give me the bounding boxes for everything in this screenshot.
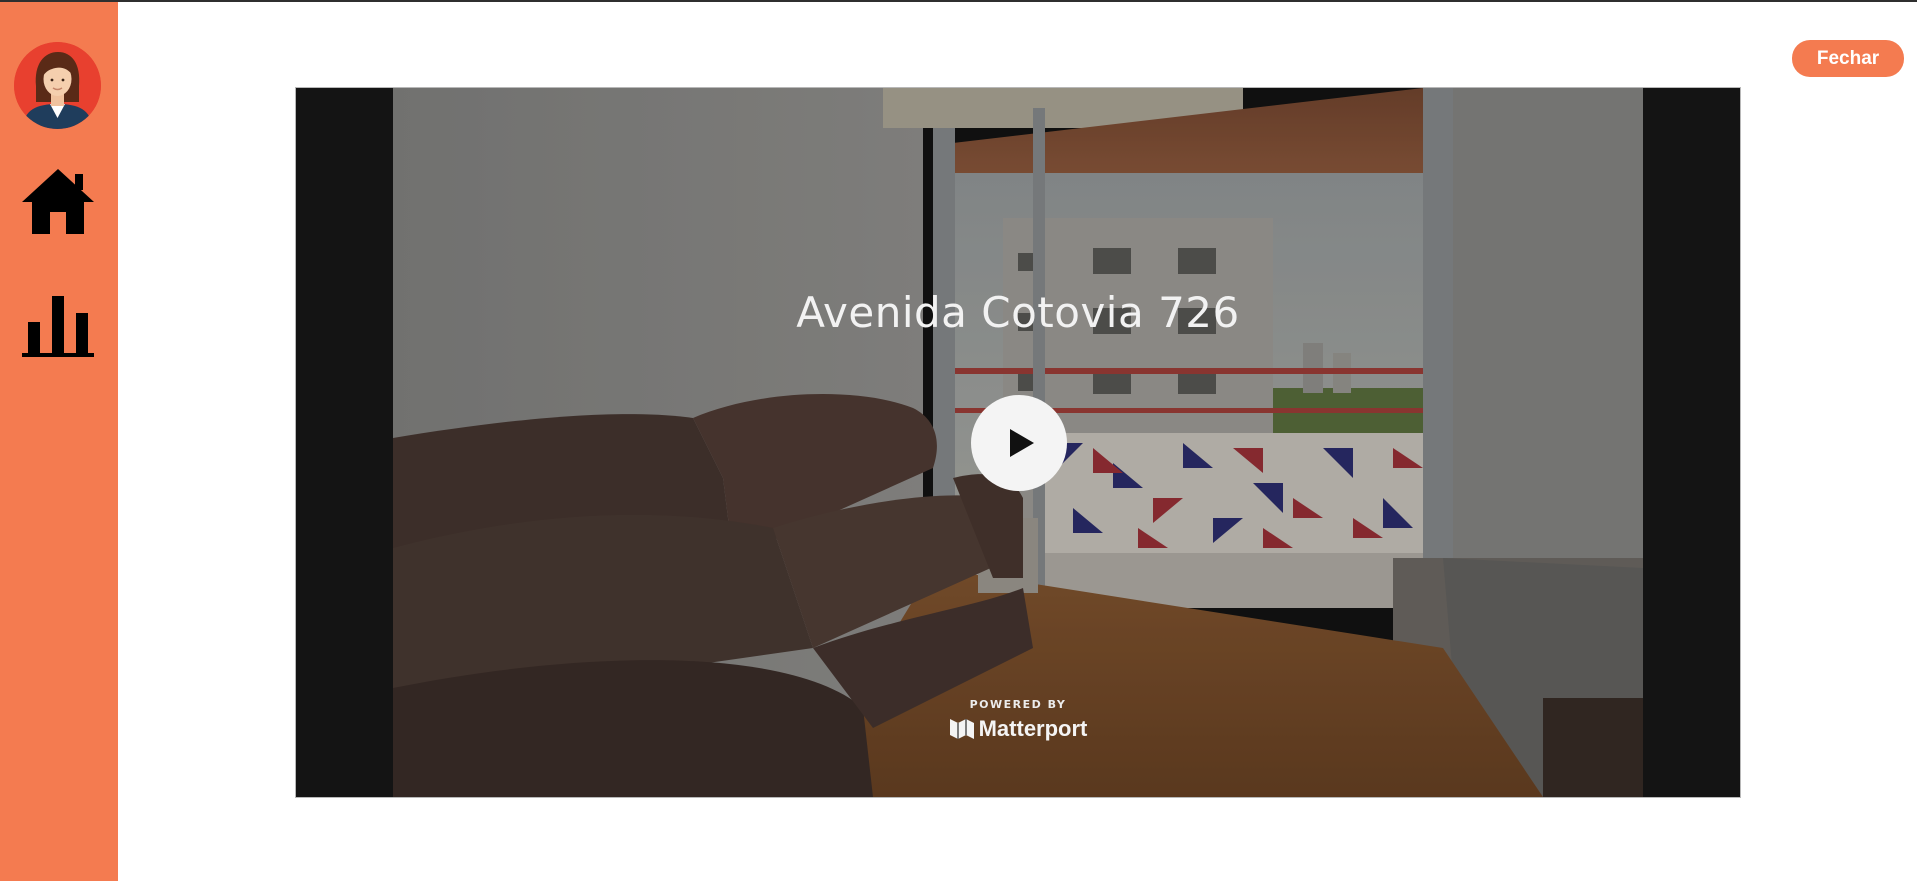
matterport-viewer[interactable]: Avenida Cotovia 726 POWERED BY Matterpor… (295, 87, 1741, 798)
bar-chart-icon (22, 296, 94, 357)
top-divider (0, 0, 1917, 2)
sidebar-item-home[interactable] (20, 162, 96, 238)
close-button[interactable]: Fechar (1792, 40, 1904, 77)
sidebar (0, 2, 118, 881)
play-icon (1010, 429, 1034, 457)
matterport-wordmark: Matterport (978, 716, 1088, 741)
powered-by-label: POWERED BY (969, 698, 1067, 711)
tour-title: Avenida Cotovia 726 (796, 288, 1240, 337)
matterport-brand[interactable]: Matterport (296, 716, 1740, 742)
sidebar-item-stats[interactable] (20, 286, 96, 362)
user-avatar[interactable] (14, 42, 101, 129)
play-button[interactable] (971, 395, 1067, 491)
matterport-logo-icon (949, 719, 974, 740)
avatar-woman-icon (14, 42, 101, 129)
home-icon (22, 169, 94, 234)
